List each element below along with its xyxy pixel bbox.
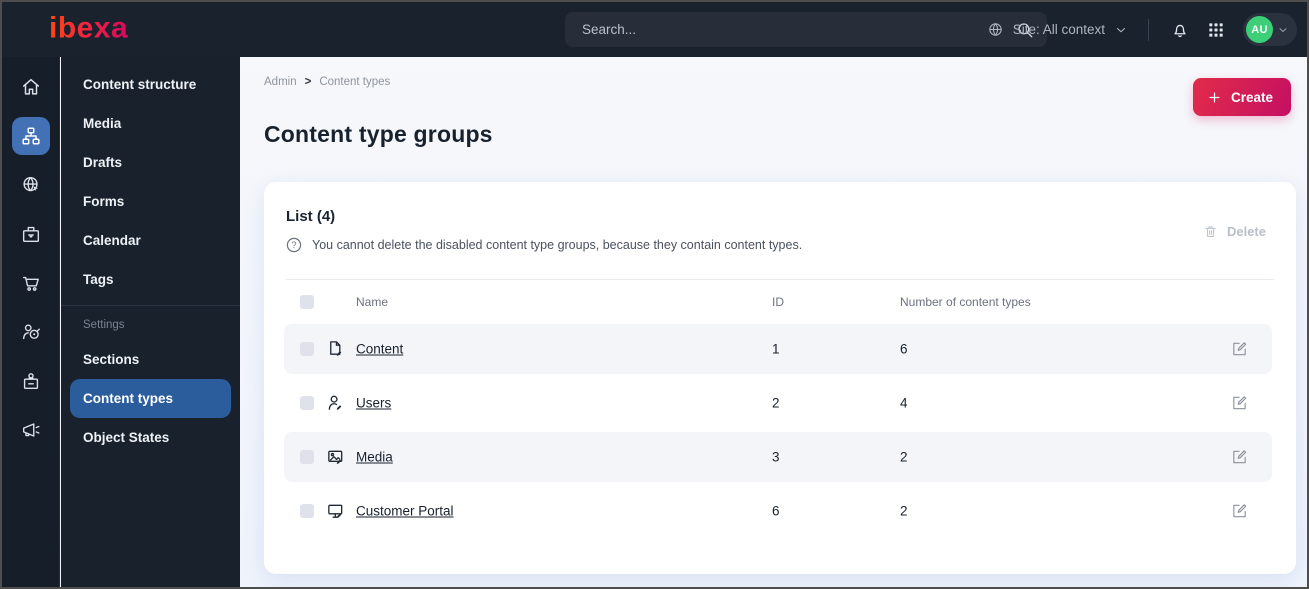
row-count: 6	[900, 341, 908, 357]
svg-text:?: ?	[291, 240, 296, 250]
topbar-divider	[1148, 18, 1149, 41]
column-header-count: Number of content types	[900, 295, 1031, 309]
row-id: 6	[772, 503, 780, 519]
row-checkbox[interactable]	[300, 504, 314, 518]
table-row-media: Media 3 2	[284, 432, 1272, 482]
help-text: You cannot delete the disabled content t…	[312, 238, 803, 252]
row-id: 1	[772, 341, 780, 357]
row-checkbox[interactable]	[300, 450, 314, 464]
sidebar-item-content-structure[interactable]: Content structure	[61, 65, 240, 104]
globe-icon	[988, 23, 1002, 36]
help-icon: ?	[286, 237, 302, 253]
trash-icon	[1205, 226, 1216, 237]
icon-rail	[2, 57, 60, 587]
edit-button[interactable]	[1231, 503, 1248, 520]
admin-icon[interactable]	[12, 362, 50, 400]
edit-button[interactable]	[1231, 449, 1248, 466]
select-all-checkbox[interactable]	[300, 295, 314, 309]
sidebar-item-forms[interactable]: Forms	[61, 182, 240, 221]
app-window: ibexa Site: All context	[0, 0, 1309, 589]
notifications-button[interactable]	[1167, 17, 1193, 43]
chevron-down-icon	[1279, 27, 1287, 32]
table-header: Name ID Number of content types	[284, 280, 1272, 324]
chevron-down-icon	[1116, 27, 1126, 32]
row-checkbox[interactable]	[300, 396, 314, 410]
user-menu[interactable]: AU	[1243, 13, 1297, 46]
table-body: Content 1 6 Users 2 4 Media 3 2 Customer…	[284, 324, 1272, 540]
content-structure-icon[interactable]	[11, 117, 50, 155]
breadcrumb: Admin > Content types	[264, 76, 390, 88]
product-catalog-icon[interactable]	[12, 215, 50, 253]
avatar: AU	[1246, 16, 1273, 43]
edit-icon	[1233, 342, 1247, 356]
row-id: 3	[772, 449, 780, 465]
content-type-groups-card: List (4) ? You cannot delete the disable…	[264, 182, 1296, 574]
row-link[interactable]: Customer Portal	[356, 504, 454, 519]
edit-button[interactable]	[1231, 341, 1248, 358]
plus-icon	[1209, 92, 1220, 102]
table-row-content: Content 1 6	[284, 324, 1272, 374]
site-context-selector[interactable]: Site: All context	[987, 21, 1128, 38]
global-search	[565, 12, 1047, 47]
topbar-right: Site: All context AU	[987, 2, 1297, 57]
file-edit-icon	[326, 340, 345, 359]
ibexa-logo: ibexa	[49, 11, 129, 45]
list-title: List (4)	[286, 208, 336, 225]
commerce-icon[interactable]	[12, 264, 50, 302]
sidebar-item-object-states[interactable]: Object States	[61, 418, 240, 457]
sidebar-item-calendar[interactable]: Calendar	[61, 221, 240, 260]
app-switcher-button[interactable]	[1203, 17, 1229, 43]
row-link[interactable]: Users	[356, 396, 391, 411]
breadcrumb-admin[interactable]: Admin	[264, 76, 297, 88]
row-link[interactable]: Media	[356, 450, 393, 465]
breadcrumb-separator: >	[304, 76, 312, 88]
sidebar-divider	[61, 305, 240, 306]
row-count: 2	[900, 503, 908, 519]
table-row-users: Users 2 4	[284, 378, 1272, 428]
sidebar: Content structure Media Drafts Forms Cal…	[61, 57, 240, 587]
monitor-edit-icon	[326, 502, 345, 521]
table-row-customer-portal: Customer Portal 6 2	[284, 486, 1272, 536]
topbar: ibexa Site: All context	[2, 2, 1307, 57]
breadcrumb-current: Content types	[319, 76, 391, 88]
row-count: 4	[900, 395, 908, 411]
create-button[interactable]: Create	[1192, 78, 1291, 116]
search-input[interactable]	[565, 12, 1047, 47]
main-content: Admin > Content types Create Content typ…	[240, 57, 1307, 587]
edit-button[interactable]	[1231, 395, 1248, 412]
sidebar-item-content-types[interactable]: Content types	[70, 379, 231, 418]
sidebar-item-tags[interactable]: Tags	[61, 260, 240, 299]
row-id: 2	[772, 395, 780, 411]
sidebar-section-settings: Settings	[83, 319, 125, 331]
home-icon[interactable]	[12, 68, 50, 106]
sidebar-item-drafts[interactable]: Drafts	[61, 143, 240, 182]
column-header-id: ID	[772, 295, 784, 309]
edit-icon	[1233, 504, 1247, 518]
image-edit-icon	[326, 448, 345, 467]
site-icon[interactable]	[12, 166, 50, 204]
sidebar-item-sections[interactable]: Sections	[61, 340, 240, 379]
page-title: Content type groups	[264, 121, 493, 147]
delete-button[interactable]: Delete	[1203, 224, 1266, 239]
user-edit-icon	[326, 394, 345, 413]
marketing-icon[interactable]	[12, 411, 50, 449]
site-context-label: Site: All context	[1012, 22, 1105, 37]
grid-icon	[1209, 22, 1223, 37]
row-count: 2	[900, 449, 908, 465]
help-row: ? You cannot delete the disabled content…	[286, 237, 802, 253]
edit-icon	[1233, 450, 1247, 464]
column-header-name: Name	[356, 295, 389, 309]
row-checkbox[interactable]	[300, 342, 314, 356]
row-link[interactable]: Content	[356, 342, 403, 357]
sidebar-item-media[interactable]: Media	[61, 104, 240, 143]
bell-icon	[1174, 24, 1186, 37]
customer-experience-icon[interactable]	[12, 313, 50, 351]
edit-icon	[1233, 396, 1247, 410]
